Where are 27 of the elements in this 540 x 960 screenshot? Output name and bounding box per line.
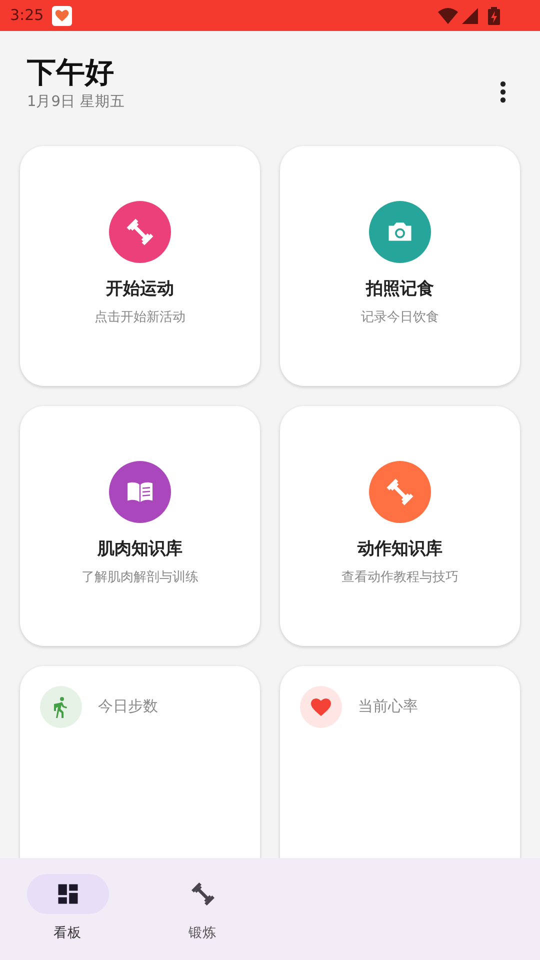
card-title: 动作知识库 xyxy=(358,538,442,561)
card-subtitle: 查看动作教程与技巧 xyxy=(342,569,458,588)
card-title: 开始运动 xyxy=(106,278,174,301)
wifi-icon xyxy=(438,8,458,24)
action-card[interactable]: 肌肉知识库 了解肌肉解剖与训练 xyxy=(20,406,260,646)
card-title: 拍照记食 xyxy=(366,278,434,301)
card-subtitle: 了解肌肉解剖与训练 xyxy=(82,569,198,588)
status-time: 3:25 xyxy=(10,5,44,26)
stat-label: 今日步数 xyxy=(98,696,158,718)
dumbbell-icon xyxy=(385,476,415,507)
action-card[interactable]: 开始运动 点击开始新活动 xyxy=(20,146,260,386)
app-notification-icon xyxy=(52,6,72,26)
more-vertical-icon xyxy=(500,80,506,103)
action-card[interactable]: 动作知识库 查看动作教程与技巧 xyxy=(280,406,520,646)
date-text: 1月9日 星期五 xyxy=(27,92,126,112)
card-subtitle: 记录今日饮食 xyxy=(361,309,439,328)
nav-tab[interactable]: 看板 xyxy=(0,874,135,960)
card-subtitle: 点击开始新活动 xyxy=(94,309,186,328)
card-title: 肌肉知识库 xyxy=(98,538,182,561)
nav-tab[interactable]: 锻炼 xyxy=(135,874,270,960)
stat-label: 当前心率 xyxy=(358,696,418,718)
action-card[interactable]: 拍照记食 记录今日饮食 xyxy=(280,146,520,386)
battery-icon xyxy=(488,6,500,24)
greeting-title: 下午好 xyxy=(27,55,115,90)
dumbbell-icon xyxy=(125,216,155,247)
signal-icon xyxy=(462,8,478,24)
dumbbell-icon xyxy=(190,881,216,907)
